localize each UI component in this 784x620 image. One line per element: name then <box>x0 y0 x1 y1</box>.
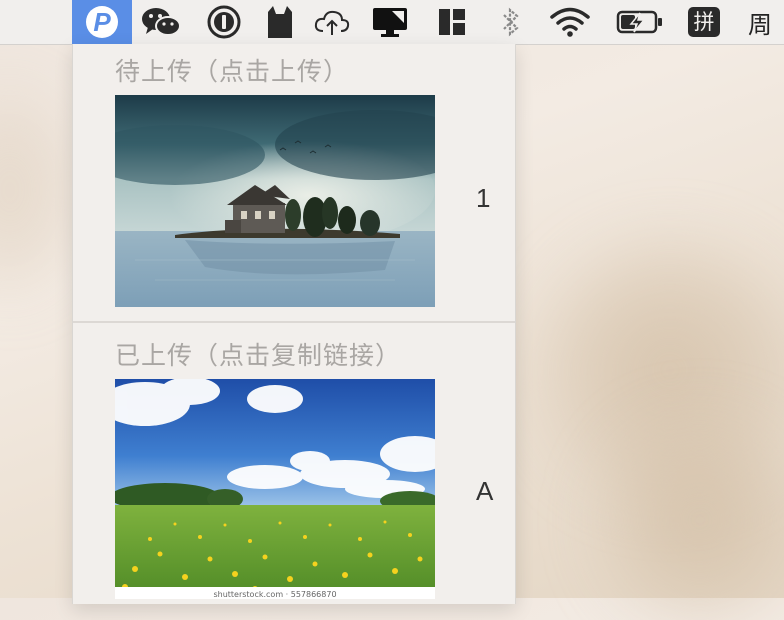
pending-shortcut-key: 1 <box>476 183 491 213</box>
menu-separator <box>73 321 515 323</box>
clock-text: 周 <box>748 10 772 39</box>
pp-uploader-icon[interactable]: P <box>72 0 132 44</box>
input-method-icon[interactable]: 拼 <box>682 0 726 44</box>
wechat-icon[interactable] <box>138 0 186 44</box>
clock-icon[interactable]: 周 <box>748 0 784 44</box>
battery-charging-icon[interactable] <box>614 0 666 44</box>
pending-image-thumbnail[interactable] <box>115 95 435 307</box>
uploaded-image-thumbnail[interactable]: shutterstock.com · 557866870 <box>115 379 435 599</box>
wifi-icon[interactable] <box>546 0 594 44</box>
svg-text:P: P <box>93 7 111 37</box>
uploaded-shortcut-key: A <box>476 476 494 506</box>
bluetooth-icon[interactable] <box>494 0 528 44</box>
display-icon[interactable] <box>368 0 412 44</box>
input-method-label: 拼 <box>688 7 720 37</box>
layout-icon[interactable] <box>432 0 472 44</box>
image-watermark: shutterstock.com · 557866870 <box>115 587 435 599</box>
pending-section-title: 待上传（点击上传） <box>115 57 350 86</box>
onepassword-icon[interactable] <box>202 0 246 44</box>
cloud-upload-icon[interactable] <box>310 0 354 44</box>
uploader-dropdown-menu: 待上传（点击上传） 1 已上传（点击复制链接） shutterstock.com… <box>72 44 516 604</box>
uploaded-section-title: 已上传（点击复制链接） <box>115 341 402 370</box>
menu-bar: P 拼 周 <box>0 0 784 45</box>
cat-icon[interactable] <box>258 0 302 44</box>
